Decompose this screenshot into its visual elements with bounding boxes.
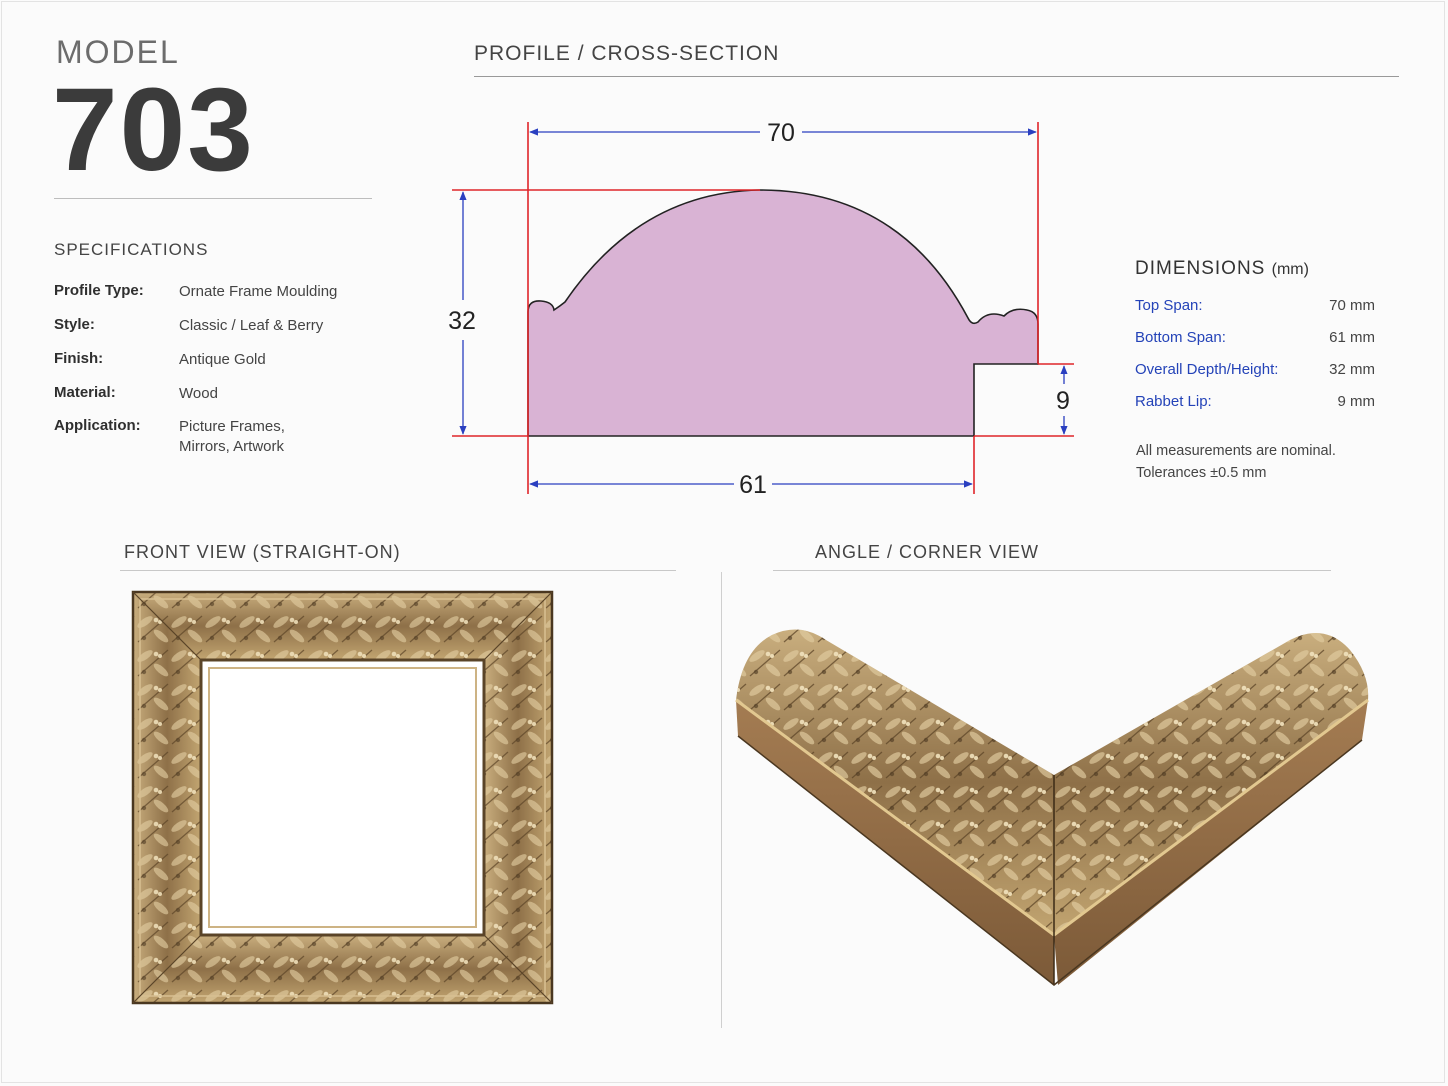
drawing-canvas: 70 61 32 9 <box>131 119 1369 1005</box>
corner-view-frame <box>735 629 1369 986</box>
profile-shape <box>527 189 1039 437</box>
frame-opening <box>199 658 486 937</box>
dim-label-top: 70 <box>767 119 795 147</box>
dim-label-height: 32 <box>448 307 476 335</box>
dim-label-bottom: 61 <box>739 471 767 499</box>
front-view-frame <box>131 590 554 1005</box>
dim-label-lip: 9 <box>1056 387 1070 415</box>
